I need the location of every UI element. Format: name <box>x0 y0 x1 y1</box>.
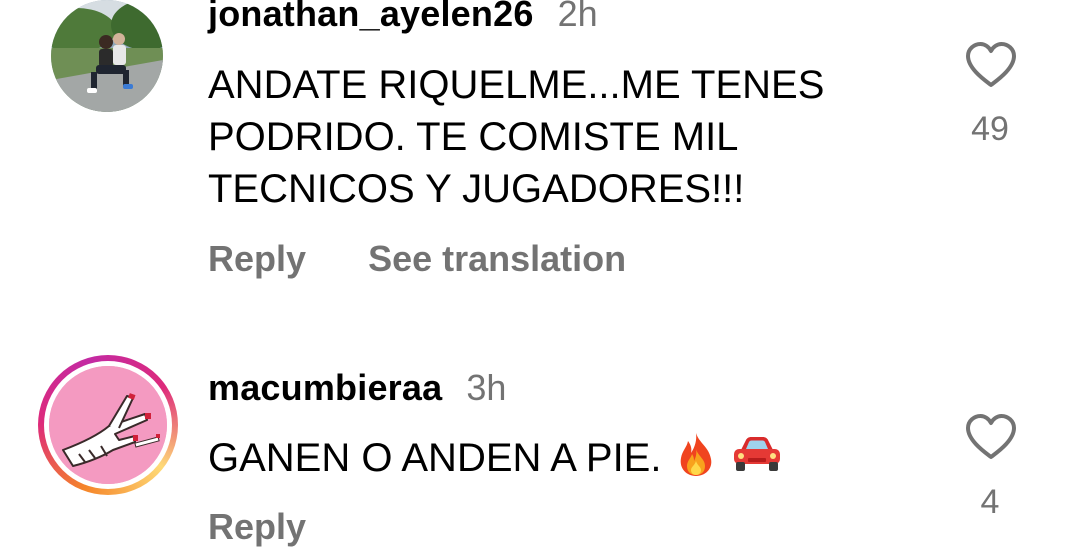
like-count: 49 <box>971 110 1009 148</box>
comment-text: GANEN O ANDEN A PIE. <box>208 431 908 490</box>
comment-actions: Reply See translation <box>208 239 626 279</box>
see-translation-button[interactable]: See translation <box>368 239 626 279</box>
user-photo-avatar-icon <box>51 0 163 112</box>
car-emoji-icon <box>731 434 783 487</box>
comment-text-line: TECNICOS Y JUGADORES!!! <box>208 167 745 211</box>
comment-text-line: ANDATE RIQUELME...ME TENES <box>208 63 825 107</box>
comment-header: macumbieraa 3h <box>208 368 506 408</box>
hand-illustration-avatar-icon <box>49 366 167 484</box>
comment-text-content: GANEN O ANDEN A PIE. <box>208 436 662 481</box>
avatar[interactable] <box>49 366 167 484</box>
timestamp: 2h <box>557 0 598 34</box>
fire-emoji-icon <box>675 431 717 490</box>
avatar[interactable] <box>51 0 163 112</box>
username[interactable]: jonathan_ayelen26 <box>208 0 534 34</box>
comment-item: macumbieraa 3h GANEN O ANDEN A PIE. Repl… <box>0 355 1080 554</box>
like-button[interactable] <box>964 41 1018 89</box>
username[interactable]: macumbieraa <box>208 367 442 408</box>
heart-outline-icon <box>966 414 1016 459</box>
comment-item: jonathan_ayelen26 2h ANDATE RIQUELME...M… <box>0 0 1080 300</box>
comment-actions: Reply <box>208 507 306 547</box>
reply-button[interactable]: Reply <box>208 507 306 547</box>
comment-text-line: PODRIDO. TE COMISTE MIL <box>208 115 739 159</box>
comment-text: ANDATE RIQUELME...ME TENES PODRIDO. TE C… <box>208 59 908 215</box>
comment-header: jonathan_ayelen26 2h <box>208 0 598 34</box>
like-count: 4 <box>980 483 1000 521</box>
like-button[interactable] <box>964 413 1018 461</box>
reply-button[interactable]: Reply <box>208 239 306 279</box>
timestamp: 3h <box>466 367 507 408</box>
story-ring[interactable] <box>38 355 178 495</box>
heart-outline-icon <box>966 42 1016 87</box>
comment-text-line: GANEN O ANDEN A PIE. <box>208 431 908 490</box>
